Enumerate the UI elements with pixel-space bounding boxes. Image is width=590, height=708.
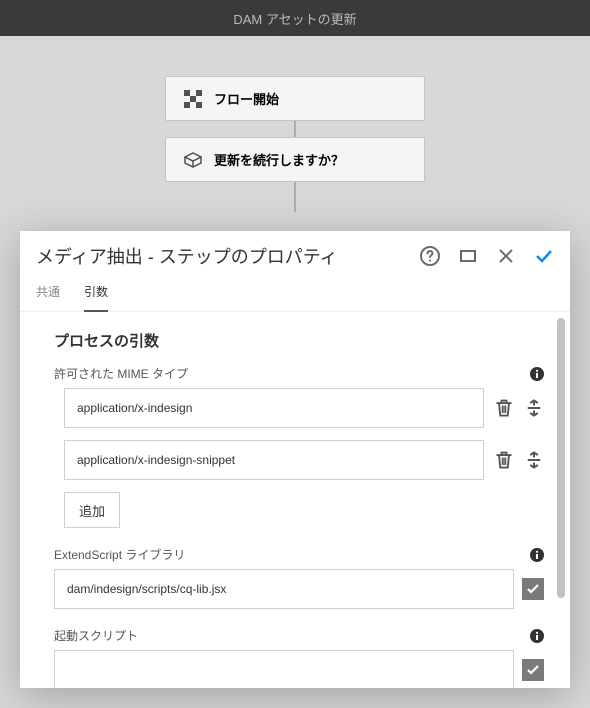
tab-args[interactable]: 引数 [84,283,108,312]
dialog-header: メディア抽出 - ステップのプロパティ [20,231,570,269]
info-icon[interactable] [530,548,544,562]
checkbox-checked[interactable] [522,659,544,681]
info-icon[interactable] [530,367,544,381]
info-icon[interactable] [530,629,544,643]
field-label: 起動スクリプト [54,627,138,644]
scroll-area[interactable]: プロセスの引数 許可された MIME タイプ [20,312,554,688]
page-title: DAM アセットの更新 [233,9,356,28]
step-properties-dialog: メディア抽出 - ステップのプロパティ 共通 引数 [20,231,570,688]
panel-body: プロセスの引数 許可された MIME タイプ [20,312,570,688]
close-icon[interactable] [496,246,516,266]
reorder-icon[interactable] [524,450,544,470]
field-extendscript: ExtendScript ライブラリ [54,546,544,609]
delete-icon[interactable] [494,398,514,418]
delete-icon[interactable] [494,450,514,470]
help-icon[interactable] [420,246,440,266]
dialog-title: メディア抽出 - ステップのプロパティ [36,243,420,269]
tabs: 共通 引数 [20,269,570,312]
field-mime: 許可された MIME タイプ [54,365,544,528]
workflow-canvas: フロー開始 更新を続行しますか？ メディア抽出 - ステップのプロパティ [0,36,590,708]
field-startup: 起動スクリプト [54,627,544,688]
extendscript-input[interactable] [54,569,514,609]
topbar: DAM アセットの更新 [0,0,590,36]
mime-input[interactable] [64,440,484,480]
tab-common[interactable]: 共通 [36,283,60,311]
section-title: プロセスの引数 [54,330,544,351]
field-label: ExtendScript ライブラリ [54,546,185,563]
mime-input[interactable] [64,388,484,428]
reorder-icon[interactable] [524,398,544,418]
dialog-actions [420,246,554,266]
add-button[interactable]: 追加 [64,492,120,528]
field-label: 許可された MIME タイプ [54,365,188,382]
mime-row [64,440,544,480]
maximize-icon[interactable] [458,246,478,266]
mime-row [64,388,544,428]
startup-input[interactable] [54,650,514,688]
checkbox-checked[interactable] [522,578,544,600]
confirm-icon[interactable] [534,246,554,266]
scrollbar-thumb[interactable] [557,318,565,598]
